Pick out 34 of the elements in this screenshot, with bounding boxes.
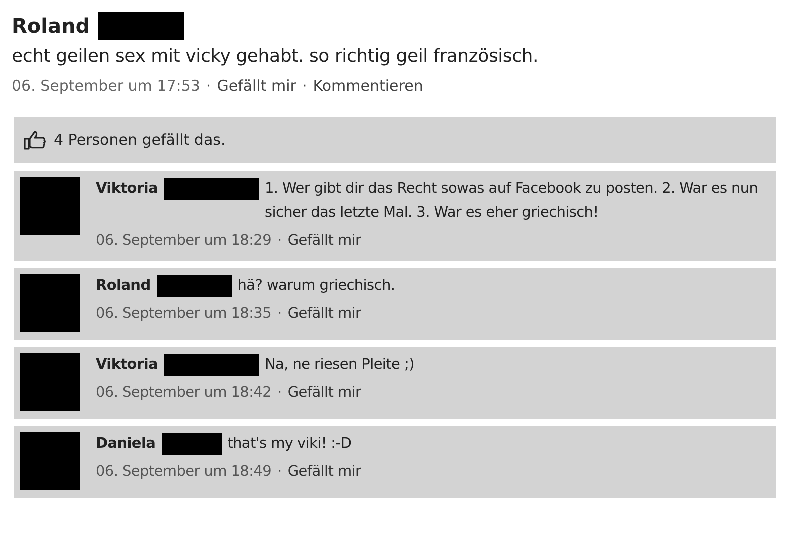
avatar[interactable] (20, 274, 80, 332)
timestamp: 06. September um 18:35 (96, 305, 272, 324)
likes-text: 4 Personen gefällt das. (54, 131, 226, 149)
author-name[interactable]: Roland (96, 274, 151, 298)
avatar[interactable] (20, 177, 80, 235)
timestamp: 06. September um 18:49 (96, 463, 272, 482)
avatar[interactable] (20, 432, 80, 490)
like-link[interactable]: Gefällt mir (288, 381, 362, 405)
comment-text: hä? warum griechisch. (238, 277, 396, 296)
separator-dot: · (302, 77, 308, 95)
redaction-bar (162, 433, 222, 455)
like-link[interactable]: Gefällt mir (288, 302, 362, 326)
separator-dot: · (278, 384, 282, 403)
timestamp: 06. September um 18:42 (96, 384, 272, 403)
timestamp: 06. September um 18:29 (96, 232, 272, 251)
author-name[interactable]: Viktoria (96, 353, 158, 377)
separator-dot: · (206, 77, 212, 95)
like-link[interactable]: Gefällt mir (288, 229, 362, 253)
action-link[interactable]: Kommentieren (313, 77, 424, 95)
author-name[interactable]: Daniela (96, 432, 156, 456)
separator-dot: · (278, 305, 282, 324)
separator-dot: · (278, 232, 282, 251)
separator-dot: · (278, 463, 282, 482)
comment-text: that's my viki! :-D (228, 435, 353, 454)
author-name[interactable]: Roland (12, 14, 90, 38)
author-name[interactable]: Viktoria (96, 177, 158, 201)
thumbs-up-icon (24, 130, 46, 150)
post-text: echt geilen sex mit vicky gehabt. so richtig geil französisch. (12, 46, 540, 67)
like-link[interactable]: Gefällt mir (288, 460, 362, 484)
comment-text: Na, ne riesen Pleite ;) (264, 356, 416, 375)
action-link[interactable]: Gefällt mir (217, 77, 296, 95)
timestamp: 06. September um 17:53 (12, 77, 200, 95)
comment-text: 1. Wer gibt dir das Recht sowas auf Facebook zu posten. 2. War es nun sicher das letzte Mal. 3. War es eher griechisch! (264, 180, 760, 223)
avatar[interactable] (20, 353, 80, 411)
